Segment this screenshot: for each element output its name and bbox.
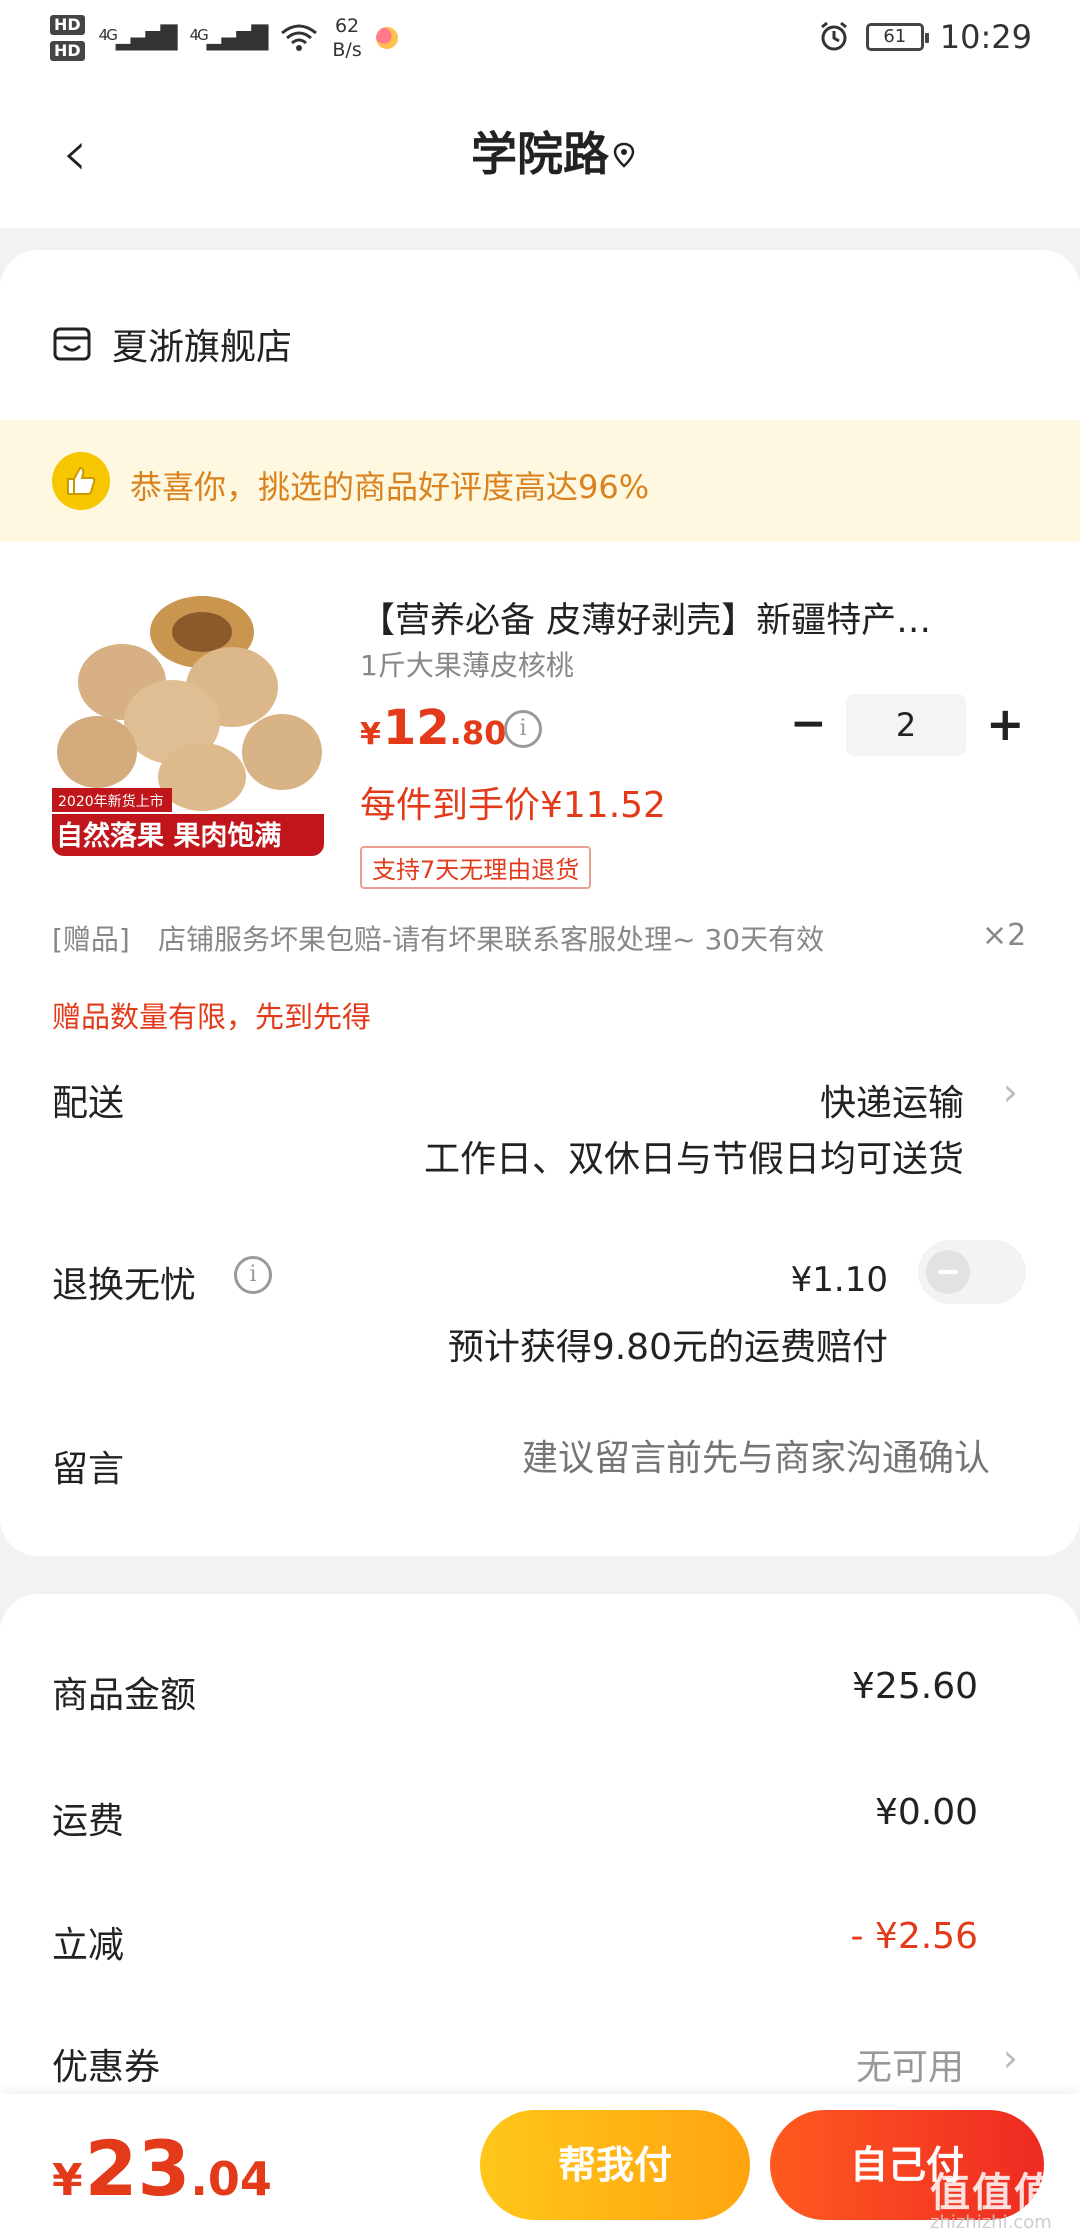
hd2-badge: HD [50,41,85,61]
price-info-icon[interactable]: i [504,710,542,748]
signal-icon: 4G▂▄▆█ [189,25,269,51]
location-pin-icon[interactable] [612,142,636,168]
discount-label: 立减 [52,1925,125,1966]
total-currency: ¥ [52,2155,83,2206]
total-dec: .04 [190,2152,272,2206]
total-price: ¥ 23 .04 [52,2128,272,2210]
refund-insurance-note: 预计获得9.80元的运费赔付 [447,1327,888,1368]
help-me-pay-button[interactable]: 帮我付 [480,2110,750,2220]
signal1-label: 4G [98,25,118,44]
coupon-label: 优惠券 [52,2047,161,2088]
product-spec: 1斤大果薄皮核桃 [360,649,574,682]
status-bar-left: HD HD 4G▂▄▆█ 4G▂▄▆█ 62 B/s [50,14,398,62]
price-int: 12 [382,700,450,756]
battery-icon: 61 [865,23,929,51]
store-row[interactable]: 夏浙旗舰店 [52,318,292,370]
quantity-input[interactable]: 2 [846,694,966,756]
delivery-label: 配送 [52,1083,125,1124]
goods-amount-value: ¥25.60 [852,1666,978,1707]
toggle-knob [926,1250,970,1294]
net-speed-unit: B/s [332,39,362,61]
refund-insurance-label: 退换无忧 [52,1265,197,1306]
delivery-note: 工作日、双休日与节假日均可送货 [423,1139,964,1180]
chevron-right-icon[interactable]: › [1003,2036,1018,2080]
net-speed: 62 B/s [332,14,361,62]
notification-app-icon [375,27,398,49]
coupon-value[interactable]: 无可用 [856,2038,964,2090]
product-image[interactable]: 2020年新货上市 自然落果 果肉饱满 [52,592,324,856]
message-label: 留言 [52,1449,125,1490]
discount-value: - ¥2.56 [850,1916,979,1957]
rating-banner-text: 恭喜你，挑选的商品好评度高达96% [130,468,650,506]
signal-icon: 4G▂▄▆█ [98,25,178,51]
return-policy-tag: 支持7天无理由退货 [360,846,592,889]
gift-limit-note: 赠品数量有限，先到先得 [52,1000,372,1034]
store-icon [53,327,91,361]
price-currency: ¥ [360,717,381,752]
shipping-label: 运费 [52,1801,125,1842]
signal2-label: 4G [189,25,209,44]
deal-price: 每件到手价¥11.52 [360,785,666,826]
status-bar-right: 61 10:29 [818,18,1032,56]
product-price: ¥ 12 .80 [360,700,506,756]
wifi-icon [281,24,318,51]
hd1-badge: HD [50,15,85,35]
quantity-decrease-button[interactable]: − [790,702,827,746]
total-int: 23 [84,2124,191,2213]
gift-quantity: ×2 [982,918,1027,953]
refund-insurance-toggle[interactable] [918,1240,1026,1304]
goods-amount-label: 商品金额 [52,1675,197,1716]
alarm-icon [820,21,847,51]
refund-info-icon[interactable]: i [234,1256,272,1294]
net-speed-value: 62 [334,15,360,37]
gift-text: 店铺服务坏果包赔-请有坏果联系客服处理~ 30天有效 [158,923,825,956]
watermark-url: zhizhizhi.com [930,2212,1052,2233]
quantity-increase-button[interactable]: + [986,700,1025,748]
chevron-right-icon[interactable]: › [1003,1070,1018,1114]
watermark: 值值值 [930,2170,1056,2216]
page-title: 学院路 [471,127,609,181]
refund-insurance-price: ¥1.10 [790,1260,888,1300]
sim-indicators: HD HD [50,15,85,61]
clock: 10:29 [939,18,1032,56]
thumbs-up-icon [52,452,110,510]
shipping-value: ¥0.00 [874,1792,978,1833]
gift-label: [赠品] [52,923,130,956]
image-caption-large: 自然落果 果肉饱满 [56,820,281,852]
message-input[interactable] [430,1438,990,1479]
store-name: 夏浙旗舰店 [112,327,293,368]
product-title[interactable]: 【营养必备 皮薄好剥壳】新疆特产… [360,592,1000,643]
image-caption-small: 2020年新货上市 [58,793,164,810]
delivery-method[interactable]: 快递运输 [820,1074,964,1126]
price-dec: .80 [449,714,507,752]
